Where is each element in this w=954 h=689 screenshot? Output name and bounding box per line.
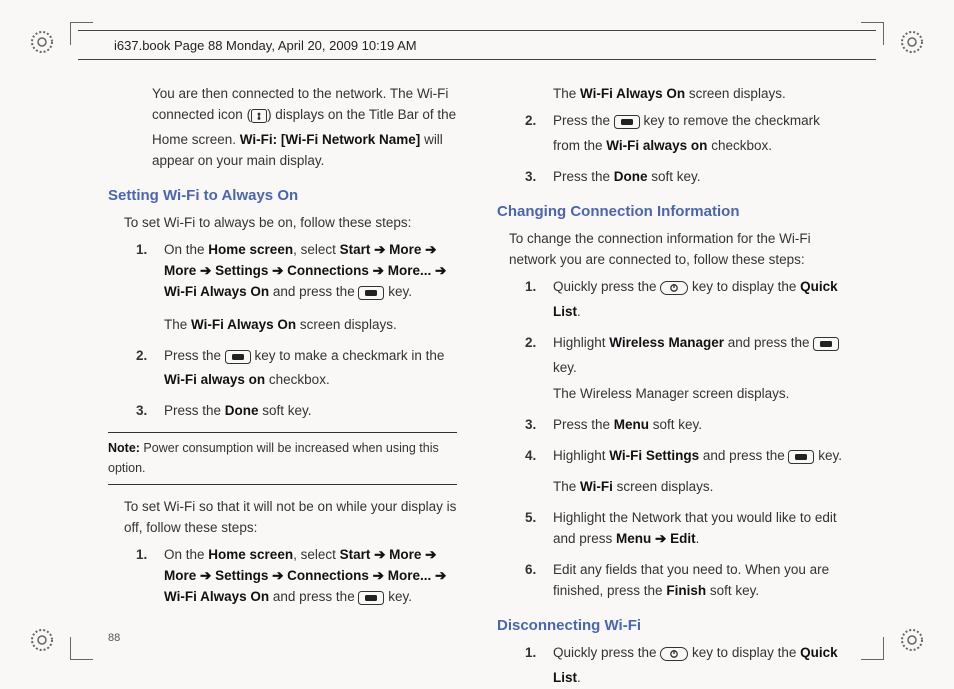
steps-display-off: 1. On the Home screen, select Start ➔ Mo…: [136, 545, 457, 612]
crop-gear-icon: [30, 628, 54, 652]
section-heading-always-on: Setting Wi-Fi to Always On: [108, 184, 457, 207]
crop-mark: [70, 637, 93, 660]
lead-text: To change the connection information for…: [509, 229, 846, 271]
steps-disconnect: 1. Quickly press the key to display the …: [525, 643, 846, 689]
crop-mark: [861, 637, 884, 660]
ok-key-icon: [813, 337, 839, 358]
step-item: 1. On the Home screen, select Start ➔ Mo…: [136, 545, 457, 612]
running-header: i637.book Page 88 Monday, April 20, 2009…: [78, 30, 876, 60]
step-item: 1. Quickly press the key to display the …: [525, 277, 846, 323]
power-key-icon: [660, 647, 688, 668]
step-item: 3. Press the Menu soft key.: [525, 415, 846, 436]
steps-always-on: 1. On the Home screen, select Start ➔ Mo…: [136, 240, 457, 422]
section-heading-change-conn: Changing Connection Information: [497, 200, 846, 223]
step-item: 6. Edit any fields that you need to. Whe…: [525, 560, 846, 602]
ok-key-icon: [358, 591, 384, 612]
note-box: Note: Power consumption will be increase…: [108, 432, 457, 485]
step-item: 2. Highlight Wireless Manager and press …: [525, 333, 846, 406]
left-column: You are then connected to the network. T…: [108, 84, 457, 622]
ok-key-icon: [358, 286, 384, 307]
lead-text: To set Wi-Fi to always be on, follow the…: [124, 213, 457, 234]
wifi-connected-icon: [251, 109, 267, 130]
steps-continued: 2. Press the key to remove the checkmark…: [525, 111, 846, 188]
page-number: 88: [108, 632, 120, 644]
step-item: 1. On the Home screen, select Start ➔ Mo…: [136, 240, 457, 336]
right-column: The Wi-Fi Always On screen displays. 2. …: [497, 84, 846, 622]
step-item: 2. Press the key to make a checkmark in …: [136, 346, 457, 392]
intro-paragraph: You are then connected to the network. T…: [152, 84, 457, 172]
step-item: 2. Press the key to remove the checkmark…: [525, 111, 846, 157]
crop-gear-icon: [900, 30, 924, 54]
step-item: 3. Press the Done soft key.: [525, 167, 846, 188]
step-item: 3. Press the Done soft key.: [136, 401, 457, 422]
ok-key-icon: [614, 115, 640, 136]
continuation-text: The Wi-Fi Always On screen displays.: [553, 84, 846, 105]
running-header-text: i637.book Page 88 Monday, April 20, 2009…: [114, 38, 417, 53]
section-heading-disconnect: Disconnecting Wi-Fi: [497, 614, 846, 637]
ok-key-icon: [788, 450, 814, 471]
ok-key-icon: [225, 350, 251, 371]
step-item: 1. Quickly press the key to display the …: [525, 643, 846, 689]
step-item: 5. Highlight the Network that you would …: [525, 508, 846, 550]
page-body: You are then connected to the network. T…: [108, 84, 846, 622]
lead-text: To set Wi-Fi so that it will not be on w…: [124, 497, 457, 539]
steps-change-conn: 1. Quickly press the key to display the …: [525, 277, 846, 602]
crop-gear-icon: [30, 30, 54, 54]
step-item: 4. Highlight Wi-Fi Settings and press th…: [525, 446, 846, 498]
power-key-icon: [660, 281, 688, 302]
crop-gear-icon: [900, 628, 924, 652]
